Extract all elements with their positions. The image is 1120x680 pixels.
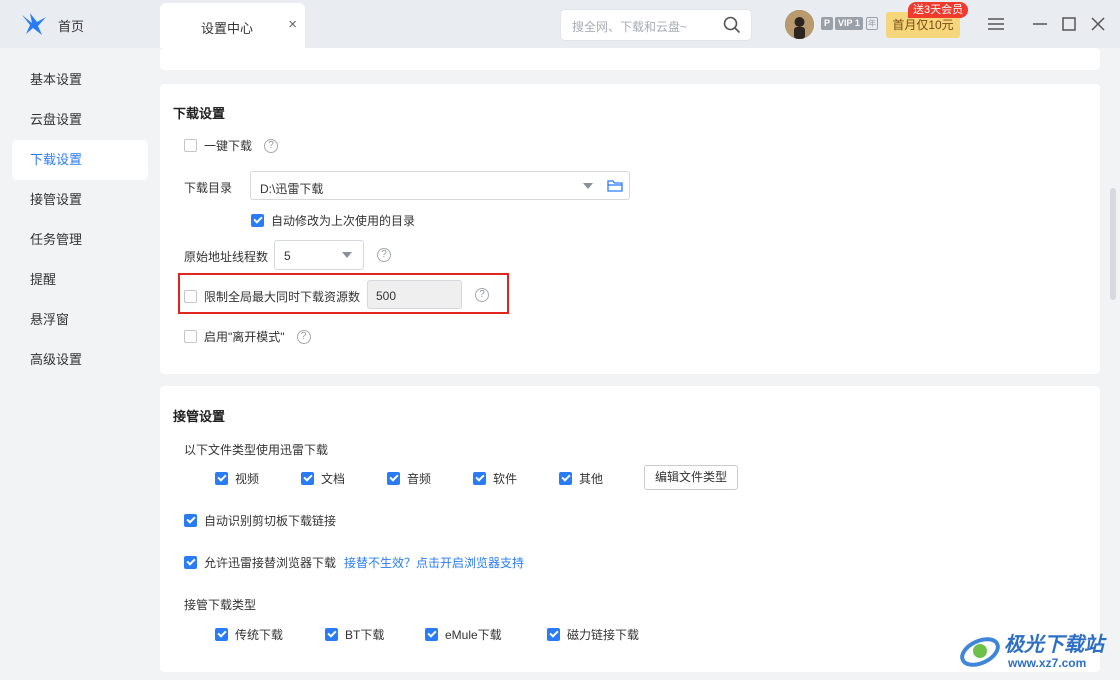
tab-label: 设置中心 — [201, 21, 254, 36]
away-mode-checkbox[interactable] — [184, 330, 197, 343]
document-label: 文档 — [321, 472, 346, 486]
tab-settings-center[interactable]: 设置中心 × — [160, 3, 305, 48]
search-input[interactable]: 搜全网、下载和云盘~ — [560, 9, 752, 41]
clipboard-checkbox[interactable] — [184, 514, 197, 527]
download-types-label: 接管下载类型 — [184, 598, 257, 612]
auto-dir-row: 自动修改为上次使用的目录 — [251, 212, 415, 229]
chevron-down-icon[interactable] — [583, 183, 593, 189]
document-checkbox[interactable] — [301, 472, 314, 485]
threads-select[interactable]: 5 — [274, 240, 364, 270]
download-dir-label: 下载目录 — [184, 181, 233, 195]
video-label: 视频 — [235, 472, 260, 486]
vip-badge: VIP 1 — [835, 17, 863, 30]
promo-tag: 送3天会员 — [908, 2, 969, 18]
emule-checkbox[interactable] — [425, 628, 438, 641]
file-type-other[interactable]: 其他 — [559, 470, 603, 487]
close-icon[interactable]: × — [288, 16, 297, 33]
audio-label: 音频 — [407, 472, 432, 486]
help-icon[interactable]: ? — [264, 138, 279, 153]
download-type-bt[interactable]: BT下载 — [325, 626, 384, 643]
one-click-download-row: 一键下载 ? — [184, 137, 279, 154]
help-icon[interactable]: ? — [377, 248, 391, 262]
avatar-image-icon — [785, 10, 814, 39]
one-click-download-label: 一键下载 — [204, 139, 253, 153]
browser-takeover-label: 允许迅雷接替浏览器下载 — [204, 556, 337, 570]
browser-takeover-checkbox[interactable] — [184, 556, 197, 569]
emule-label: eMule下载 — [445, 628, 502, 642]
browser-takeover-row: 允许迅雷接替浏览器下载 接替不生效？点击开启浏览器支持 — [184, 554, 524, 571]
away-mode-label: 启用"离开模式" — [204, 330, 285, 344]
sidebar-item-cloud[interactable]: 云盘设置 — [12, 100, 148, 140]
magnet-label: 磁力链接下载 — [567, 628, 640, 642]
watermark-logo-icon — [960, 637, 1000, 667]
traditional-checkbox[interactable] — [215, 628, 228, 641]
title-bar: 首页 设置中心 × 搜全网、下载和云盘~ P VIP 1 年 首月仅10元 送3… — [0, 0, 1120, 48]
sidebar-item-advanced[interactable]: 高级设置 — [12, 340, 148, 380]
other-checkbox[interactable] — [559, 472, 572, 485]
sidebar-item-basic[interactable]: 基本设置 — [12, 60, 148, 100]
highlight-box — [178, 273, 509, 314]
sidebar-item-takeover[interactable]: 接管设置 — [12, 180, 148, 220]
software-checkbox[interactable] — [473, 472, 486, 485]
download-type-magnet[interactable]: 磁力链接下载 — [547, 626, 639, 643]
search-placeholder: 搜全网、下载和云盘~ — [572, 20, 688, 34]
watermark-url: www.xz7.com — [1008, 656, 1087, 670]
download-settings-title: 下载设置 — [173, 106, 226, 121]
xunlei-logo-icon[interactable] — [20, 11, 48, 37]
sidebar-item-download[interactable]: 下载设置 — [12, 140, 148, 180]
minimize-icon[interactable] — [1030, 14, 1050, 34]
maximize-icon[interactable] — [1059, 14, 1079, 34]
help-icon[interactable]: ? — [296, 329, 311, 344]
edit-file-types-button[interactable]: 编辑文件类型 — [644, 465, 738, 490]
scrollbar[interactable] — [1110, 188, 1116, 300]
file-type-video[interactable]: 视频 — [215, 470, 259, 487]
threads-value: 5 — [284, 249, 291, 263]
p-badge: P — [821, 17, 833, 30]
magnet-checkbox[interactable] — [547, 628, 560, 641]
clipboard-row: 自动识别剪切板下载链接 — [184, 512, 336, 529]
file-type-audio[interactable]: 音频 — [387, 470, 431, 487]
download-dir-value: D:\迅雷下载 — [260, 182, 324, 196]
software-label: 软件 — [493, 472, 518, 486]
watermark-name: 极光下载站 — [1004, 634, 1104, 656]
home-tab-label[interactable]: 首页 — [58, 16, 84, 35]
browser-support-link[interactable]: 接替不生效？点击开启浏览器支持 — [344, 554, 524, 571]
sidebar-item-tasks[interactable]: 任务管理 — [12, 220, 148, 260]
folder-icon[interactable] — [607, 178, 623, 193]
download-type-traditional[interactable]: 传统下载 — [215, 626, 283, 643]
audio-checkbox[interactable] — [387, 472, 400, 485]
bt-checkbox[interactable] — [325, 628, 338, 641]
watermark: 极光下载站 www.xz7.com — [958, 626, 1118, 676]
download-dir-select[interactable]: D:\迅雷下载 — [250, 171, 630, 200]
avatar[interactable] — [785, 10, 814, 39]
year-badge: 年 — [866, 17, 878, 30]
bt-label: BT下载 — [345, 628, 385, 642]
file-types-label: 以下文件类型使用迅雷下载 — [184, 443, 329, 457]
sidebar-item-float-window[interactable]: 悬浮窗 — [12, 300, 148, 340]
away-mode-row: 启用"离开模式" ? — [184, 328, 311, 345]
auto-dir-checkbox[interactable] — [251, 214, 264, 227]
previous-section-card — [160, 48, 1100, 70]
menu-icon[interactable] — [986, 14, 1006, 34]
traditional-label: 传统下载 — [235, 628, 284, 642]
sidebar-item-reminder[interactable]: 提醒 — [12, 260, 148, 300]
file-type-software[interactable]: 软件 — [473, 470, 517, 487]
settings-sidebar: 基本设置 云盘设置 下载设置 接管设置 任务管理 提醒 悬浮窗 高级设置 — [0, 48, 160, 680]
threads-label: 原始地址线程数 — [184, 250, 269, 264]
one-click-download-checkbox[interactable] — [184, 139, 197, 152]
chevron-down-icon[interactable] — [342, 252, 352, 258]
window-close-icon[interactable] — [1088, 14, 1108, 34]
file-type-document[interactable]: 文档 — [301, 470, 345, 487]
other-label: 其他 — [579, 472, 604, 486]
search-icon[interactable] — [723, 16, 741, 34]
takeover-settings-title: 接管设置 — [173, 409, 226, 424]
video-checkbox[interactable] — [215, 472, 228, 485]
auto-dir-label: 自动修改为上次使用的目录 — [271, 214, 416, 228]
clipboard-label: 自动识别剪切板下载链接 — [204, 514, 337, 528]
download-type-emule[interactable]: eMule下载 — [425, 626, 502, 643]
